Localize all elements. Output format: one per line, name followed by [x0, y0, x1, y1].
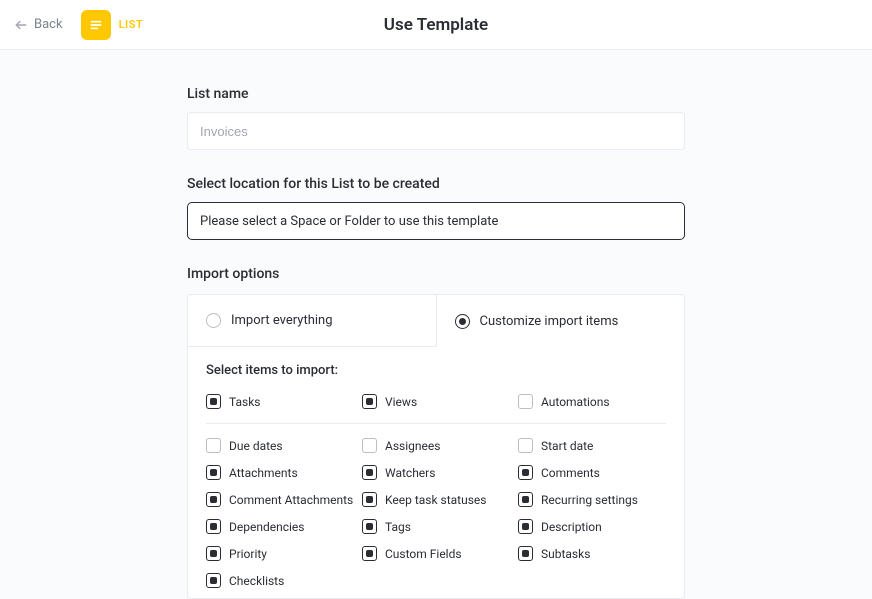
primary-item[interactable]: Views [362, 394, 510, 409]
primary-item[interactable]: Tasks [206, 394, 354, 409]
secondary-item[interactable]: Description [518, 519, 666, 534]
checkbox-icon [206, 573, 221, 588]
secondary-item[interactable]: Due dates [206, 438, 354, 453]
check-item-label: Custom Fields [385, 547, 462, 561]
check-item-label: Due dates [229, 439, 283, 453]
secondary-item[interactable]: Checklists [206, 573, 354, 588]
checkbox-icon [362, 519, 377, 534]
topbar: Back LIST Use Template [0, 0, 872, 50]
checkbox-icon [206, 546, 221, 561]
check-item-label: Watchers [385, 466, 435, 480]
check-item-label: Description [541, 520, 602, 534]
tab-import-everything[interactable]: Import everything [188, 295, 437, 347]
check-item-label: Tasks [229, 395, 261, 409]
secondary-item[interactable]: Priority [206, 546, 354, 561]
checkbox-icon [518, 394, 533, 409]
location-select[interactable]: Please select a Space or Folder to use t… [187, 202, 685, 240]
primary-item[interactable]: Automations [518, 394, 666, 409]
location-placeholder: Please select a Space or Folder to use t… [200, 214, 498, 229]
check-item-label: Assignees [385, 439, 440, 453]
checkbox-icon [362, 394, 377, 409]
check-item-label: Start date [541, 439, 593, 453]
type-tag-label: LIST [119, 18, 144, 31]
checkbox-icon [518, 438, 533, 453]
check-item-label: Subtasks [541, 547, 590, 561]
checkbox-icon [518, 465, 533, 480]
primary-items-row: Tasks Views Automations [206, 394, 666, 424]
check-item-label: Attachments [229, 466, 298, 480]
secondary-item[interactable]: Watchers [362, 465, 510, 480]
checkbox-icon [206, 465, 221, 480]
arrow-left-icon [14, 18, 28, 32]
check-item-label: Dependencies [229, 520, 304, 534]
check-item-label: Recurring settings [541, 493, 638, 507]
check-item-label: Checklists [229, 574, 284, 588]
secondary-item[interactable]: Start date [518, 438, 666, 453]
main-content: List name Select location for this List … [187, 50, 685, 599]
secondary-item[interactable]: Tags [362, 519, 510, 534]
page-title: Use Template [384, 15, 488, 35]
secondary-item[interactable]: Dependencies [206, 519, 354, 534]
secondary-items-grid: Due dates Assignees Start date Attachments W… [206, 438, 666, 588]
import-body: Select items to import: Tasks Views Automa… [188, 347, 684, 598]
checkbox-icon [206, 438, 221, 453]
import-card: Import everything Customize import items… [187, 294, 685, 599]
check-item-label: Priority [229, 547, 267, 561]
list-name-label: List name [187, 86, 685, 102]
secondary-item[interactable]: Attachments [206, 465, 354, 480]
checkbox-icon [518, 519, 533, 534]
secondary-item[interactable]: Keep task statuses [362, 492, 510, 507]
checkbox-icon [206, 492, 221, 507]
secondary-item[interactable]: Recurring settings [518, 492, 666, 507]
list-name-input[interactable] [187, 112, 685, 150]
check-item-label: Tags [385, 520, 411, 534]
location-label: Select location for this List to be crea… [187, 176, 685, 192]
secondary-item[interactable]: Assignees [362, 438, 510, 453]
checkbox-icon [518, 492, 533, 507]
back-button[interactable]: Back [14, 17, 63, 32]
check-item-label: Comments [541, 466, 600, 480]
check-item-label: Views [385, 395, 417, 409]
check-item-label: Keep task statuses [385, 493, 486, 507]
tab-customize-items[interactable]: Customize import items [437, 295, 685, 347]
secondary-item[interactable]: Custom Fields [362, 546, 510, 561]
import-subtitle: Select items to import: [206, 363, 666, 378]
checkbox-icon [362, 465, 377, 480]
list-icon [81, 10, 111, 40]
back-label: Back [34, 17, 63, 32]
secondary-item[interactable]: Subtasks [518, 546, 666, 561]
checkbox-icon [206, 394, 221, 409]
checkbox-icon [362, 438, 377, 453]
checkbox-icon [362, 492, 377, 507]
tab-label: Import everything [231, 313, 333, 328]
check-item-label: Automations [541, 395, 610, 409]
secondary-item[interactable]: Comments [518, 465, 666, 480]
tab-label: Customize import items [480, 314, 619, 329]
import-options-label: Import options [187, 266, 685, 282]
check-item-label: Comment Attachments [229, 493, 353, 507]
checkbox-icon [206, 519, 221, 534]
secondary-item[interactable]: Comment Attachments [206, 492, 354, 507]
import-tabs: Import everything Customize import items [188, 295, 684, 347]
checkbox-icon [362, 546, 377, 561]
radio-icon [455, 314, 470, 329]
type-tag: LIST [81, 10, 144, 40]
checkbox-icon [518, 546, 533, 561]
radio-icon [206, 313, 221, 328]
